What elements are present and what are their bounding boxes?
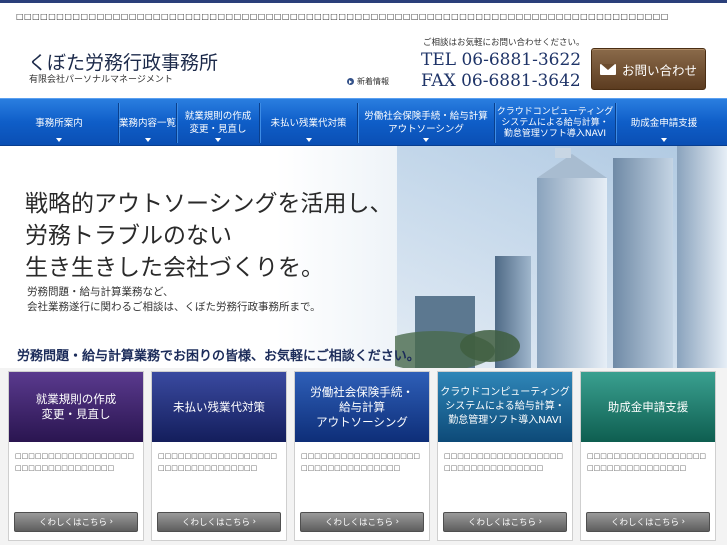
nav-label: 変更・見直し (189, 124, 247, 135)
card-button-label: くわしくはこちら (324, 518, 393, 528)
nav-item-work-rules[interactable]: 就業規則の作成 変更・見直し (177, 99, 259, 147)
chevron-right-icon: › (392, 517, 400, 527)
service-card-subsidy[interactable]: 助成金申請支援 □□□□□□□□□□□□□□□□□□□□□□□□□□□□□□□□… (580, 371, 716, 541)
service-card-outsourcing[interactable]: 労働社会保険手続・ 給与計算 アウトソーシング □□□□□□□□□□□□□□□□□□… (294, 371, 430, 541)
news-label: 新着情報 (357, 77, 389, 86)
service-card-work-rules[interactable]: 就業規則の作成 変更・見直し □□□□□□□□□□□□□□□□□□□□□□□□□□… (8, 371, 144, 541)
nav-label: 就業規則の作成 (184, 111, 252, 122)
card-text: □□□□□□□□□□□□□□□□□□□□□□□□□□□□□□□□□ (444, 452, 564, 472)
fax-number: FAX 06-6881-3642 (421, 71, 581, 91)
card-text: □□□□□□□□□□□□□□□□□□□□□□□□□□□□□□□□□ (158, 452, 278, 472)
hero-tagline: 労務問題・給与計算業務でお困りの皆様、お気軽にご相談ください。 (17, 349, 420, 364)
card-title-line: クラウドコンピューティング (440, 387, 570, 398)
nav-item-subsidy[interactable]: 助成金申請支援 (616, 99, 712, 147)
hero-banner: 戦略的アウトソーシングを活用し、 労務トラブルのない 生き生きした会社づくりを。… (0, 146, 727, 368)
phone-number: TEL 06-6881-3622 (421, 50, 582, 70)
card-details-button[interactable]: くわしくはこちら › (443, 512, 567, 532)
card-details-button[interactable]: くわしくはこちら › (586, 512, 710, 532)
nav-label: 勤怠管理ソフト導入NAVI (503, 128, 607, 139)
site-header: くぼた労務行政事務所 有限会社パーソナルマネージメント 新着情報 ご相談はお気軽… (0, 30, 727, 98)
chevron-down-icon (215, 138, 221, 142)
top-bar-text: □□□□□□□□□□□□□□□□□□□□□□□□□□□□□□□□□□□□□□□□… (16, 12, 669, 21)
hero-title-line: 生き生きした会社づくりを。 (25, 255, 324, 281)
nav-item-office[interactable]: 事務所案内 (0, 99, 118, 147)
card-title-line: システムによる給与計算・ (445, 401, 565, 412)
nav-label: 未払い残業代対策 (270, 117, 347, 129)
hero-body-line: 労務問題・給与計算業務など、 (27, 286, 174, 298)
card-title-line: 助成金申請支援 (607, 399, 689, 414)
site-logo[interactable]: くぼた労務行政事務所 (28, 48, 218, 75)
city-skyline-image (395, 146, 727, 368)
chevron-down-icon (144, 138, 151, 142)
card-header: 就業規則の作成 変更・見直し (9, 372, 143, 442)
nav-label: 助成金申請支援 (630, 117, 698, 129)
chevron-right-icon: › (535, 517, 543, 527)
chevron-right-icon: › (678, 517, 686, 527)
service-card-overtime[interactable]: 未払い残業代対策 □□□□□□□□□□□□□□□□□□□□□□□□□□□□□□□… (151, 371, 287, 541)
card-details-button[interactable]: くわしくはこちら › (14, 512, 138, 532)
nav-label: 業務内容一覧 (119, 117, 177, 129)
nav-label: クラウドコンピューティング (496, 106, 614, 117)
card-button-label: くわしくはこちら (181, 518, 250, 528)
service-card-cloud[interactable]: クラウドコンピューティング システムによる給与計算・ 勤怠管理ソフト導入NAVI □… (437, 371, 573, 541)
card-button-label: くわしくはこちら (467, 518, 536, 528)
nav-item-overtime[interactable]: 未払い残業代対策 (260, 99, 357, 147)
card-text: □□□□□□□□□□□□□□□□□□□□□□□□□□□□□□□□□ (587, 452, 707, 472)
mail-icon (599, 63, 616, 75)
news-link[interactable]: 新着情報 (347, 76, 389, 87)
bullet-arrow-icon (347, 78, 354, 85)
card-text: □□□□□□□□□□□□□□□□□□□□□□□□□□□□□□□□□ (15, 452, 135, 472)
contact-note: ご相談はお気軽にお問い合わせください。 (423, 38, 585, 48)
card-button-label: くわしくはこちら (38, 518, 107, 528)
nav-label: 事務所案内 (35, 117, 83, 129)
nav-label: 労働社会保険手続・給与計算 (364, 111, 488, 122)
chevron-right-icon: › (249, 517, 257, 527)
contact-button[interactable]: お問い合わせ (591, 48, 706, 90)
card-details-button[interactable]: くわしくはこちら › (300, 512, 424, 532)
top-bar: □□□□□□□□□□□□□□□□□□□□□□□□□□□□□□□□□□□□□□□□… (0, 0, 727, 30)
card-header: 助成金申請支援 (581, 372, 715, 442)
chevron-down-icon (56, 138, 62, 142)
card-title-line: 変更・見直し (41, 407, 111, 421)
nav-item-services[interactable]: 業務内容一覧 (119, 99, 176, 147)
hero-title-line: 戦略的アウトソーシングを活用し、 (25, 191, 393, 217)
main-nav: 事務所案内 業務内容一覧 就業規則の作成 変更・見直し 未払い残業代対策 労働社… (0, 98, 727, 146)
card-title-line: 労働社会保険手続・ (310, 384, 414, 399)
card-title-line: 給与計算 (339, 399, 385, 414)
company-subtitle: 有限会社パーソナルマネージメント (29, 75, 173, 85)
chevron-down-icon (423, 138, 429, 142)
card-text: □□□□□□□□□□□□□□□□□□□□□□□□□□□□□□□□□ (301, 452, 421, 472)
card-title-line: 就業規則の作成 (35, 392, 117, 406)
card-details-button[interactable]: くわしくはこちら › (157, 512, 281, 532)
chevron-down-icon (305, 138, 312, 142)
contact-button-label: お問い合わせ (621, 62, 697, 78)
card-header: クラウドコンピューティング システムによる給与計算・ 勤怠管理ソフト導入NAVI (438, 372, 572, 442)
card-header: 未払い残業代対策 (152, 372, 286, 442)
nav-item-cloud[interactable]: クラウドコンピューティング システムによる給与計算・ 勤怠管理ソフト導入NAVI (495, 99, 615, 147)
chevron-down-icon (661, 138, 667, 142)
nav-item-outsourcing[interactable]: 労働社会保険手続・給与計算 アウトソーシング (358, 99, 494, 147)
card-title-line: アウトソーシング (316, 414, 408, 429)
card-header: 労働社会保険手続・ 給与計算 アウトソーシング (295, 372, 429, 442)
card-button-label: くわしくはこちら (610, 518, 679, 528)
hero-body-line: 会社業務遂行に関わるご相談は、くぼた労務行政事務所まで。 (27, 301, 321, 313)
hero-title-line: 労務トラブルのない (25, 223, 232, 249)
service-cards: 就業規則の作成 変更・見直し □□□□□□□□□□□□□□□□□□□□□□□□□□… (0, 368, 727, 545)
nav-label: アウトソーシング (388, 124, 464, 135)
chevron-right-icon: › (106, 517, 114, 527)
nav-label: システムによる給与計算・ (501, 117, 609, 128)
card-title-line: 未払い残業代対策 (173, 399, 265, 414)
card-title-line: 勤怠管理ソフト導入NAVI (448, 415, 562, 426)
